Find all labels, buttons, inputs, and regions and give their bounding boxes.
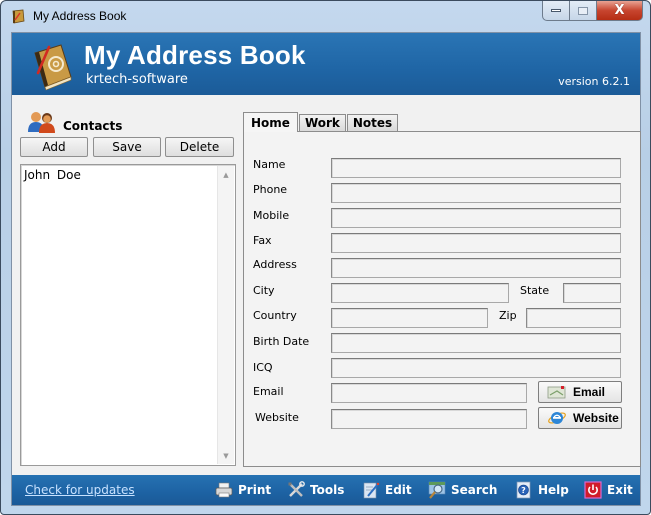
fax-label: Fax	[253, 234, 272, 247]
maximize-icon	[578, 6, 588, 15]
tab-bar: Home Work Notes	[243, 112, 399, 132]
contact-list-scrollbar[interactable]: ▲ ▼	[217, 166, 234, 464]
list-item[interactable]: John Doe	[24, 168, 81, 182]
exit-button[interactable]: Exit	[584, 481, 633, 499]
send-email-button[interactable]: Email	[538, 381, 622, 403]
title-bar[interactable]: My Address Book X	[1, 1, 650, 33]
website-field[interactable]	[331, 409, 527, 429]
printer-icon	[215, 482, 233, 498]
edit-label: Edit	[385, 483, 412, 497]
contacts-label: Contacts	[63, 119, 123, 133]
address-book-icon	[34, 44, 72, 91]
search-icon	[428, 481, 446, 499]
website-label: Website	[255, 411, 299, 424]
scroll-up-icon[interactable]: ▲	[218, 166, 234, 183]
power-icon	[584, 481, 602, 499]
address-label: Address	[253, 258, 297, 271]
country-field[interactable]	[331, 308, 488, 328]
client-area: My Address Book krtech-software version …	[11, 32, 641, 506]
phone-label: Phone	[253, 183, 288, 196]
website-button-label: Website	[573, 411, 619, 425]
edit-button[interactable]: Edit	[362, 481, 412, 499]
city-field[interactable]	[331, 283, 509, 303]
search-label: Search	[451, 483, 498, 497]
email-button-label: Email	[573, 385, 606, 399]
edit-icon	[363, 482, 380, 499]
address-field[interactable]	[331, 258, 621, 278]
email-field[interactable]	[331, 383, 527, 403]
mobile-field[interactable]	[331, 208, 621, 228]
mobile-label: Mobile	[253, 209, 290, 222]
contacts-header: Contacts	[26, 109, 122, 133]
app-header: My Address Book krtech-software version …	[12, 33, 640, 95]
check-for-updates-link[interactable]: Check for updates	[25, 483, 135, 497]
print-button[interactable]: Print	[215, 481, 271, 499]
home-tab-panel: Name Phone Mobile Fax Address City State…	[243, 131, 641, 467]
minimize-icon	[551, 9, 561, 12]
help-icon: ?	[516, 481, 531, 499]
close-icon: X	[614, 3, 625, 18]
tools-button[interactable]: Tools	[287, 481, 344, 499]
version-label: version 6.2.1	[558, 75, 630, 88]
app-subtitle: krtech-software	[86, 72, 188, 87]
fax-field[interactable]	[331, 233, 621, 253]
window-controls: X	[542, 1, 643, 21]
search-button[interactable]: Search	[428, 481, 497, 499]
state-label: State	[520, 284, 550, 297]
close-button[interactable]: X	[597, 1, 643, 21]
birth-date-label: Birth Date	[253, 335, 310, 348]
birth-date-field[interactable]	[331, 333, 621, 353]
minimize-button[interactable]	[542, 1, 570, 21]
address-book-app-icon	[12, 9, 25, 24]
tab-notes[interactable]: Notes	[346, 114, 399, 131]
footer-toolbar: Check for updates Print Tools Edit Searc…	[12, 475, 640, 505]
window-title: My Address Book	[33, 9, 127, 23]
email-label: Email	[253, 385, 284, 398]
icq-label: ICQ	[253, 361, 273, 374]
scroll-down-icon[interactable]: ▼	[218, 447, 234, 464]
tools-icon	[288, 481, 305, 497]
state-field[interactable]	[563, 283, 621, 303]
zip-label: Zip	[499, 309, 517, 322]
phone-field[interactable]	[331, 183, 621, 203]
app-window: My Address Book X My Address Book krtech…	[0, 0, 651, 515]
delete-contact-button[interactable]: Delete	[165, 137, 234, 157]
print-label: Print	[238, 483, 272, 497]
app-title: My Address Book	[84, 40, 306, 70]
maximize-button[interactable]	[570, 1, 597, 21]
country-label: Country	[253, 309, 297, 322]
open-website-button[interactable]: Website	[538, 407, 622, 429]
exit-label: Exit	[607, 483, 633, 497]
city-label: City	[253, 284, 275, 297]
zip-field[interactable]	[526, 308, 621, 328]
tools-label: Tools	[310, 483, 345, 497]
contacts-icon	[28, 112, 55, 133]
help-button[interactable]: ? Help	[515, 481, 569, 499]
svg-text:?: ?	[521, 486, 526, 495]
name-field[interactable]	[331, 158, 621, 178]
internet-explorer-icon	[548, 412, 566, 424]
add-contact-button[interactable]: Add	[20, 137, 88, 157]
tab-home[interactable]: Home	[243, 112, 298, 132]
tab-work[interactable]: Work	[298, 114, 346, 131]
name-label: Name	[253, 158, 286, 171]
icq-field[interactable]	[331, 358, 621, 378]
help-label: Help	[538, 483, 569, 497]
contact-list[interactable]: John Doe ▲ ▼	[20, 164, 236, 466]
save-contact-button[interactable]: Save	[93, 137, 161, 157]
email-icon	[547, 386, 566, 399]
